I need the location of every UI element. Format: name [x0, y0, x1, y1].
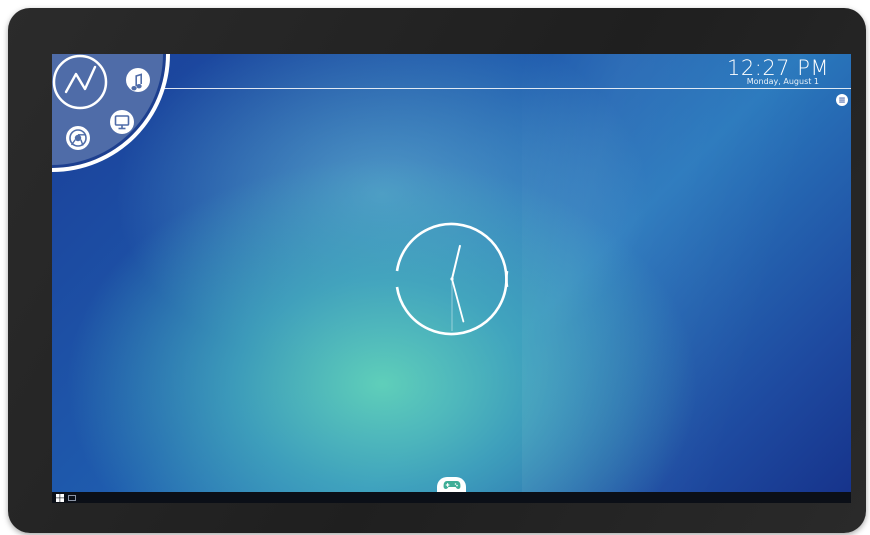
taskbar	[52, 492, 851, 503]
gamepad-dock-button[interactable]	[437, 477, 466, 493]
clock-minute-hand	[451, 278, 465, 323]
screen-glare	[522, 54, 851, 503]
desktop-screen: 12:27 PM Monday, August 1	[52, 54, 851, 503]
list-menu-glyph	[839, 97, 845, 103]
activity-graph-icon[interactable]	[52, 54, 108, 110]
monitor-icon[interactable]	[110, 110, 134, 134]
status-date: Monday, August 1	[746, 77, 819, 86]
task-view-icon[interactable]	[68, 495, 76, 501]
app-launcher	[52, 54, 170, 172]
music-note-icon[interactable]	[126, 68, 150, 92]
analog-clock	[395, 222, 509, 336]
tablet-bezel: 12:27 PM Monday, August 1	[8, 8, 866, 533]
windows-logo-icon[interactable]	[56, 494, 64, 502]
clock-center	[450, 277, 454, 281]
clock-hour-hand	[451, 244, 461, 280]
clock-ring-right	[505, 270, 509, 288]
chrome-icon[interactable]	[66, 126, 90, 150]
gamepad-icon	[443, 481, 460, 489]
list-menu-icon[interactable]	[836, 94, 848, 106]
top-divider-line	[162, 88, 851, 89]
